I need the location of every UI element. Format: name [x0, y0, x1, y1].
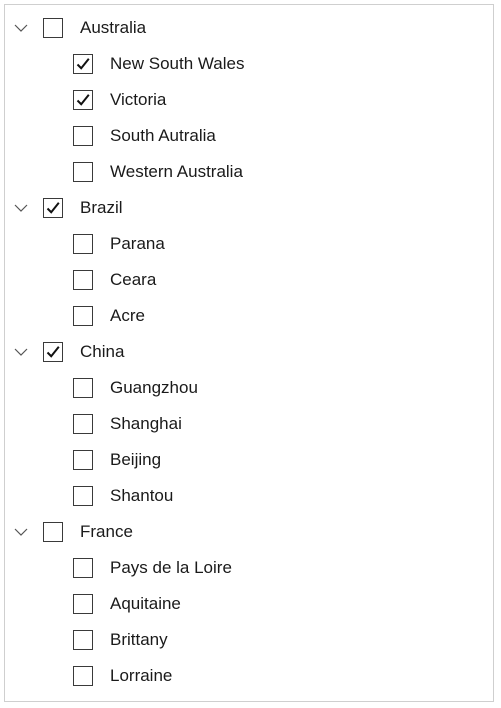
tree-node-checkbox[interactable] [73, 666, 93, 686]
chevron-down-icon[interactable] [13, 344, 29, 360]
tree-node-child[interactable]: New South Wales [5, 46, 493, 82]
tree-node-label: Australia [80, 18, 147, 37]
checkmark-icon [76, 58, 90, 70]
tree-node-checkbox[interactable] [73, 234, 93, 254]
tree-node-label: Victoria [110, 90, 167, 109]
tree-node-label: Brazil [80, 198, 123, 217]
tree-node-checkbox[interactable] [73, 90, 93, 110]
chevron-down-icon[interactable] [13, 200, 29, 216]
tree-node-checkbox[interactable] [73, 162, 93, 182]
tree-node-child[interactable]: Lorraine [5, 658, 493, 694]
tree-node-checkbox[interactable] [73, 486, 93, 506]
tree-node-checkbox[interactable] [73, 630, 93, 650]
tree-node-child[interactable]: Parana [5, 226, 493, 262]
tree-node-label: China [80, 342, 125, 361]
tree-node-label: Western Australia [110, 162, 243, 181]
tree-node-label: Pays de la Loire [110, 558, 232, 577]
checkmark-icon [76, 94, 90, 106]
tree-node-child[interactable]: Beijing [5, 442, 493, 478]
tree-node-checkbox[interactable] [73, 594, 93, 614]
tree-node-label: Beijing [110, 450, 162, 469]
tree-view: Australia New South Wales Victoria South Au… [4, 4, 494, 702]
tree-node-checkbox[interactable] [73, 270, 93, 290]
tree-node-label: Aquitaine [110, 594, 181, 613]
tree-node-label: New South Wales [110, 54, 245, 73]
tree-node-label: Lorraine [110, 666, 173, 685]
tree-node-checkbox[interactable] [73, 450, 93, 470]
tree-node-parent[interactable]: Brazil [5, 190, 493, 226]
tree-node-checkbox[interactable] [73, 378, 93, 398]
tree-node-child[interactable]: Shantou [5, 478, 493, 514]
tree-list: Australia New South Wales Victoria South Au… [5, 10, 493, 694]
tree-node-checkbox[interactable] [73, 126, 93, 146]
tree-node-checkbox[interactable] [43, 18, 63, 38]
tree-node-label: France [80, 522, 133, 541]
tree-node-checkbox[interactable] [43, 198, 63, 218]
tree-node-child[interactable]: Acre [5, 298, 493, 334]
tree-node-parent[interactable]: France [5, 514, 493, 550]
tree-node-child[interactable]: Ceara [5, 262, 493, 298]
tree-node-checkbox[interactable] [73, 414, 93, 434]
tree-node-label: Acre [110, 306, 145, 325]
tree-node-label: Ceara [110, 270, 157, 289]
tree-node-child[interactable]: Western Australia [5, 154, 493, 190]
checkmark-icon [46, 346, 60, 358]
tree-node-child[interactable]: Brittany [5, 622, 493, 658]
tree-node-label: Guangzhou [110, 378, 198, 397]
tree-node-child[interactable]: Guangzhou [5, 370, 493, 406]
tree-node-child[interactable]: Pays de la Loire [5, 550, 493, 586]
tree-node-parent[interactable]: China [5, 334, 493, 370]
chevron-down-icon[interactable] [13, 20, 29, 36]
checkmark-icon [46, 202, 60, 214]
tree-node-label: Shantou [110, 486, 174, 505]
tree-node-checkbox[interactable] [43, 342, 63, 362]
tree-node-child[interactable]: Aquitaine [5, 586, 493, 622]
tree-node-child[interactable]: Victoria [5, 82, 493, 118]
tree-node-checkbox[interactable] [43, 522, 63, 542]
tree-node-child[interactable]: Shanghai [5, 406, 493, 442]
tree-node-label: Parana [110, 234, 165, 253]
tree-node-label: Shanghai [110, 414, 182, 433]
tree-node-parent[interactable]: Australia [5, 10, 493, 46]
tree-node-checkbox[interactable] [73, 558, 93, 578]
tree-node-checkbox[interactable] [73, 54, 93, 74]
tree-node-label: Brittany [110, 630, 168, 649]
tree-node-child[interactable]: South Autralia [5, 118, 493, 154]
tree-node-label: South Autralia [110, 126, 216, 145]
tree-node-checkbox[interactable] [73, 306, 93, 326]
chevron-down-icon[interactable] [13, 524, 29, 540]
